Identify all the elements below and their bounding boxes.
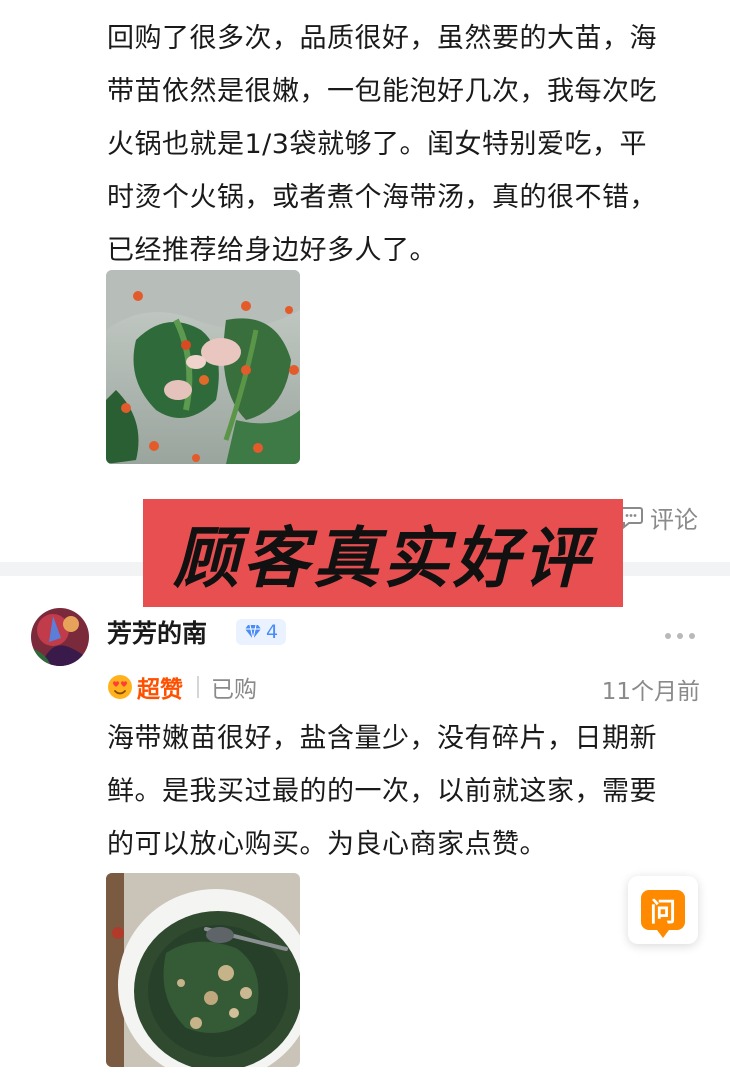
review-photo[interactable]: [106, 873, 300, 1067]
promo-banner-text: 顾客真实好评: [173, 520, 593, 597]
comment-button[interactable]: 评论: [618, 500, 698, 534]
level-number: 4: [266, 621, 279, 643]
review-text-line: 带苗依然是很嫩，一包能泡好几次，我每次吃: [107, 76, 657, 107]
review-text-line: 海带嫩苗很好，盐含量少，没有碎片，日期新: [107, 723, 657, 754]
more-options-icon[interactable]: [665, 633, 695, 639]
review-text: 回购了很多次，品质很好，虽然要的大苗，海 带苗依然是很嫩，一包能泡好几次，我每次…: [107, 12, 707, 277]
heart-eyes-emoji-icon: [108, 675, 132, 699]
diamond-icon: [245, 624, 261, 640]
ask-icon: 问: [641, 890, 685, 938]
review-text: 海带嫩苗很好，盐含量少，没有碎片，日期新 鲜。是我买过最的的一次，以前就这家，需…: [107, 712, 707, 871]
comment-label: 评论: [650, 505, 698, 534]
username[interactable]: 芳芳的南: [107, 614, 207, 650]
avatar[interactable]: [31, 608, 89, 666]
review-text-line: 的可以放心购买。为良心商家点赞。: [107, 829, 547, 860]
rating-label: 超赞: [137, 677, 183, 703]
review-photo[interactable]: [106, 270, 300, 464]
level-badge: 4: [236, 619, 287, 645]
review-text-line: 时烫个火锅，或者煮个海带汤，真的很不错，: [107, 182, 657, 213]
ask-label: 问: [649, 897, 676, 928]
review-time: 11个月前: [601, 679, 700, 705]
ask-question-button[interactable]: 问: [628, 876, 698, 944]
review-text-line: 回购了很多次，品质很好，虽然要的大苗，海: [107, 23, 657, 54]
promo-banner: 顾客真实好评: [143, 499, 623, 607]
review-text-line: 鲜。是我买过最的的一次，以前就这家，需要: [107, 776, 657, 807]
purchase-status: 已购: [211, 677, 257, 703]
meta-separator: [197, 676, 199, 698]
review-meta: 超赞 已购: [107, 670, 257, 704]
review-text-line: 火锅也就是1/3袋就够了。闺女特别爱吃，平: [107, 129, 647, 160]
